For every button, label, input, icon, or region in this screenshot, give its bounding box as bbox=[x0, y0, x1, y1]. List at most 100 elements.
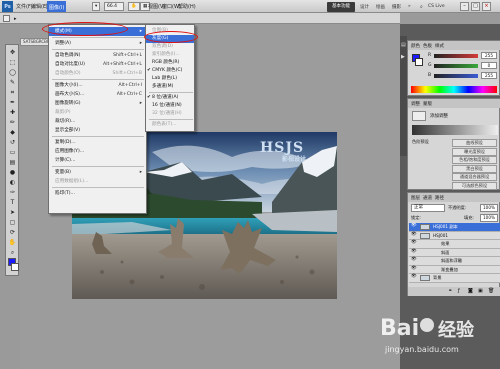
image-menu-item[interactable]: 调整(A) ▸ bbox=[49, 39, 146, 48]
image-menu-item[interactable]: 图像大小(I)... Alt+Ctrl+I bbox=[49, 81, 146, 90]
path-select-tool-icon[interactable]: ➤ bbox=[8, 208, 17, 217]
menu-10[interactable]: 帮助(H) bbox=[178, 3, 196, 10]
channel-slider[interactable] bbox=[434, 54, 478, 58]
minimize-button[interactable]: – bbox=[460, 2, 469, 11]
preset-item[interactable]: 曲线预设 bbox=[452, 139, 497, 147]
image-menu-item[interactable]: 变量(B) ▸ bbox=[49, 168, 146, 177]
eye-icon[interactable]: 👁 bbox=[411, 274, 417, 279]
fill-input[interactable]: 100% bbox=[480, 214, 498, 222]
tab-styles[interactable]: 样式 bbox=[435, 43, 444, 49]
cs-live-button[interactable]: CS Live bbox=[428, 4, 445, 9]
zoom-tool-icon[interactable]: ⌕ bbox=[8, 248, 17, 257]
layer-row[interactable]: 👁 斜面和浮雕 bbox=[409, 257, 500, 266]
menu-image-active[interactable]: 图像(I) bbox=[47, 1, 67, 12]
layer-row[interactable]: 👁 背景 bbox=[409, 274, 500, 283]
mode-menu-item[interactable]: 多通道(M) bbox=[146, 83, 194, 91]
add-style-icon[interactable]: ƒ bbox=[458, 288, 460, 294]
eye-icon[interactable]: 👁 bbox=[411, 240, 417, 245]
healing-brush-tool-icon[interactable]: ✚ bbox=[8, 108, 17, 117]
eye-icon[interactable]: 👁 bbox=[411, 266, 417, 271]
image-menu-item[interactable]: 复制(D)... bbox=[49, 138, 146, 147]
gradient-tool-icon[interactable]: ▤ bbox=[8, 158, 17, 167]
workspace-design[interactable]: 设计 bbox=[360, 4, 369, 10]
tool-preset-icon[interactable] bbox=[3, 15, 10, 22]
pen-tool-icon[interactable]: ✑ bbox=[8, 188, 17, 197]
mode-menu-item[interactable]: 16 位/通道(N) bbox=[146, 102, 194, 110]
brush-tool-icon[interactable]: ✏ bbox=[8, 118, 17, 127]
more-workspaces-icon[interactable]: » bbox=[408, 4, 411, 9]
image-menu-item[interactable]: 自动颜色(O) Shift+Ctrl+B bbox=[49, 69, 146, 78]
eye-icon[interactable]: 👁 bbox=[411, 223, 417, 228]
tab-layers[interactable]: 图层 bbox=[411, 195, 420, 201]
mode-menu-item[interactable]: 32 位/通道(H) bbox=[146, 110, 194, 118]
workspace-essentials-button[interactable]: 基本功能 bbox=[327, 2, 355, 12]
eye-icon[interactable]: 👁 bbox=[411, 257, 417, 262]
opacity-input[interactable]: 100% bbox=[480, 204, 498, 212]
tab-masks[interactable]: 蒙版 bbox=[423, 101, 432, 107]
image-menu-item[interactable]: 应用数据组(L)... bbox=[49, 177, 146, 186]
channel-slider[interactable] bbox=[434, 74, 478, 78]
add-mask-icon[interactable]: ◙ bbox=[468, 288, 473, 294]
shape-tool-icon[interactable]: ▢ bbox=[8, 218, 17, 227]
tab-paths[interactable]: 路径 bbox=[435, 195, 444, 201]
image-menu-item[interactable]: 应用图像(Y)... bbox=[49, 147, 146, 156]
dodge-tool-icon[interactable]: ◐ bbox=[8, 178, 17, 187]
tab-swatches[interactable]: 色板 bbox=[423, 43, 432, 49]
layer-row[interactable]: 👁 效果 bbox=[409, 240, 500, 249]
eye-icon[interactable]: 👁 bbox=[411, 249, 417, 254]
channel-value[interactable]: 255 bbox=[481, 72, 497, 79]
lasso-tool-icon[interactable]: ◯ bbox=[8, 68, 17, 77]
mode-menu-item[interactable]: 颜色表(T)... bbox=[146, 121, 194, 129]
blend-mode-select[interactable]: 正常 bbox=[411, 204, 445, 212]
mode-menu-item[interactable]: 双色调(D) bbox=[146, 43, 194, 51]
hand-tool-icon[interactable]: ✋ bbox=[8, 238, 17, 247]
channel-slider[interactable] bbox=[434, 64, 478, 68]
new-layer-icon[interactable]: ▣ bbox=[478, 288, 483, 294]
image-menu-item[interactable]: 显示全部(V) bbox=[49, 126, 146, 135]
tab-color[interactable]: 颜色 bbox=[411, 43, 420, 49]
mode-menu-item[interactable]: 索引颜色(I)... bbox=[146, 51, 194, 59]
channel-value[interactable]: 255 bbox=[481, 52, 497, 59]
crop-tool-icon[interactable]: ⌗ bbox=[8, 88, 17, 97]
channel-value[interactable]: 0 bbox=[481, 62, 497, 69]
delete-layer-icon[interactable]: 🗑 bbox=[488, 288, 494, 294]
search-icon[interactable]: ⌕ bbox=[420, 4, 423, 10]
move-options-icon[interactable]: ▸ bbox=[14, 16, 17, 22]
eraser-tool-icon[interactable]: ▭ bbox=[8, 148, 17, 157]
marquee-tool-icon[interactable]: ⬚ bbox=[8, 58, 17, 67]
eyedropper-tool-icon[interactable]: ✒ bbox=[8, 98, 17, 107]
image-menu-item[interactable]: 画布大小(S)... Alt+Ctrl+C bbox=[49, 90, 146, 99]
workspace-painting[interactable]: 绘画 bbox=[376, 4, 385, 10]
layer-row[interactable]: 👁 HSJ001 副本 bbox=[409, 223, 500, 232]
mode-menu-item[interactable]: Lab 颜色(L) bbox=[146, 75, 194, 83]
preset-label[interactable]: 色阶预设 bbox=[412, 139, 429, 145]
preset-item[interactable]: 曝光度预设 bbox=[452, 147, 497, 156]
preset-item[interactable]: 可选颜色预设 bbox=[452, 181, 497, 190]
image-menu-item[interactable]: 裁切(R)... bbox=[49, 117, 146, 126]
adjustment-icon[interactable] bbox=[412, 111, 426, 121]
close-button[interactable]: × bbox=[482, 2, 491, 11]
link-layers-icon[interactable]: ⚭ bbox=[448, 288, 452, 294]
layer-row[interactable]: 👁 渐变叠加 bbox=[409, 265, 500, 274]
color-spectrum-bar[interactable] bbox=[411, 86, 497, 93]
clone-stamp-tool-icon[interactable]: ◆ bbox=[8, 128, 17, 137]
mode-menu-item[interactable]: RGB 颜色(R) bbox=[146, 59, 194, 67]
image-menu-item[interactable]: 计算(C)... bbox=[49, 156, 146, 165]
type-tool-icon[interactable]: T bbox=[8, 198, 17, 207]
image-menu-item[interactable]: 图像旋转(G) ▸ bbox=[49, 99, 146, 108]
maximize-button[interactable]: □ bbox=[471, 2, 480, 11]
workspace-photography[interactable]: 摄影 bbox=[392, 4, 401, 10]
quick-select-tool-icon[interactable]: ✎ bbox=[8, 78, 17, 87]
preset-item[interactable]: 黑白预设 bbox=[452, 164, 497, 173]
image-menu-item[interactable]: 自动色调(N) Shift+Ctrl+L bbox=[49, 51, 146, 60]
history-brush-tool-icon[interactable]: ↺ bbox=[8, 138, 17, 147]
image-menu-item[interactable]: 陷印(T)... bbox=[49, 189, 146, 198]
move-tool-icon[interactable]: ✥ bbox=[8, 48, 17, 57]
layer-row[interactable]: 👁 HSJ001 bbox=[409, 231, 500, 240]
preset-item[interactable]: 色相/饱和度预设 bbox=[452, 156, 497, 164]
adjustment-icons-row[interactable] bbox=[412, 125, 498, 135]
preset-item[interactable]: 通道混合器预设 bbox=[452, 173, 497, 181]
hand-tool-button[interactable]: ✋ bbox=[128, 2, 140, 11]
background-color-swatch[interactable] bbox=[11, 263, 19, 271]
image-menu-item[interactable]: 裁剪(P) bbox=[49, 108, 146, 117]
